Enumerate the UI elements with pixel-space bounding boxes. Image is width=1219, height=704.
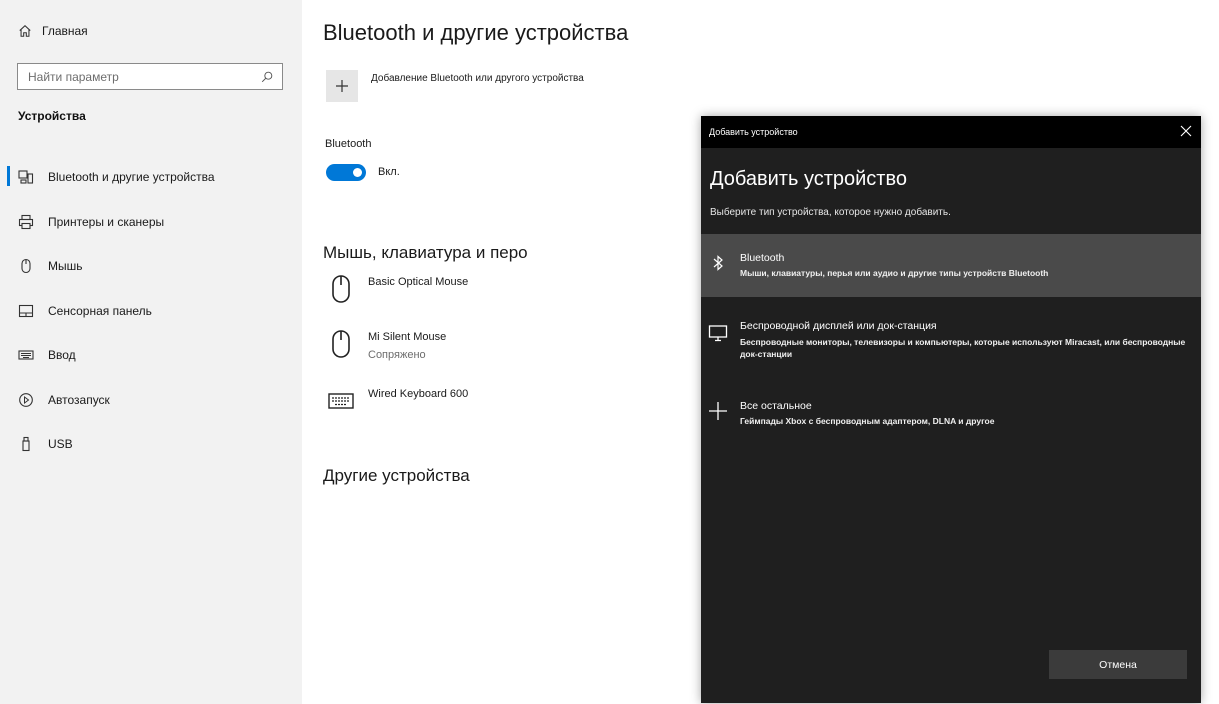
dialog-titlebar[interactable]: Добавить устройство (701, 116, 1201, 148)
toggle-state-label: Вкл. (378, 166, 400, 178)
sidebar-item-bluetooth[interactable]: Bluetooth и другие устройства (0, 155, 302, 200)
home-link[interactable]: Главная (18, 24, 88, 38)
monitor-icon (707, 322, 729, 344)
option-wireless-display[interactable]: Беспроводной дисплей или док-станция Бес… (701, 308, 1201, 376)
dialog-subtitle: Выберите тип устройства, которое нужно д… (710, 207, 951, 218)
close-icon[interactable] (1179, 124, 1193, 138)
add-device-label[interactable]: Добавление Bluetooth или другого устройс… (371, 73, 584, 84)
sidebar: Главная Устройства Bluetooth и другие ус… (0, 0, 302, 704)
active-indicator (7, 166, 10, 186)
sidebar-nav: Bluetooth и другие устройства Принтеры и… (0, 155, 302, 467)
device-name: Wired Keyboard 600 (368, 388, 469, 400)
option-description: Геймпады Xbox с беспроводным адаптером, … (740, 416, 995, 426)
section-heading: Устройства (18, 109, 86, 123)
sidebar-item-usb[interactable]: USB (0, 422, 302, 467)
plus-icon (707, 400, 729, 422)
sidebar-item-label: Ввод (48, 348, 76, 363)
search-box[interactable] (17, 63, 283, 90)
option-everything-else[interactable]: Все остальное Геймпады Xbox с беспроводн… (701, 388, 1201, 438)
bluetooth-label: Bluetooth (325, 138, 372, 150)
option-bluetooth[interactable]: Bluetooth Мыши, клавиатуры, перья или ау… (701, 234, 1201, 297)
sidebar-item-autoplay[interactable]: Автозапуск (0, 378, 302, 423)
keyboard-icon (18, 347, 34, 363)
option-title: Беспроводной дисплей или док-станция (740, 320, 937, 332)
dialog-heading: Добавить устройство (710, 168, 907, 190)
page-title: Bluetooth и другие устройства (323, 20, 629, 45)
mouse-icon (328, 274, 354, 304)
sidebar-item-label: Сенсорная панель (48, 303, 152, 318)
device-basic-optical-mouse[interactable]: Basic Optical Mouse (328, 274, 468, 304)
sidebar-item-mouse[interactable]: Мышь (0, 244, 302, 289)
touchpad-icon (18, 303, 34, 319)
sidebar-item-label: Bluetooth и другие устройства (48, 170, 215, 185)
cancel-button[interactable]: Отмена (1049, 650, 1187, 679)
bluetooth-icon (707, 252, 729, 274)
option-title: Bluetooth (740, 252, 785, 264)
plus-icon (336, 80, 348, 92)
option-title: Все остальное (740, 400, 812, 412)
sidebar-item-label: USB (48, 437, 73, 452)
device-name: Basic Optical Mouse (368, 276, 469, 288)
sidebar-item-label: Мышь (48, 259, 83, 274)
mouse-icon (328, 329, 354, 359)
search-icon[interactable] (260, 70, 274, 84)
sidebar-item-typing[interactable]: Ввод (0, 333, 302, 378)
autoplay-icon (18, 392, 34, 408)
option-description: Мыши, клавиатуры, перья или аудио и друг… (740, 268, 1049, 278)
mouse-section-heading: Мышь, клавиатура и перо (323, 243, 528, 262)
printer-icon (18, 214, 34, 230)
device-name: Mi Silent Mouse (368, 331, 447, 343)
dialog-window-title: Добавить устройство (709, 127, 798, 137)
bluetooth-toggle[interactable] (326, 164, 366, 181)
other-section-heading: Другие устройства (323, 466, 470, 485)
add-device-dialog: Добавить устройство Добавить устройство … (701, 116, 1201, 703)
bluetooth-devices-icon (18, 169, 34, 185)
sidebar-item-label: Автозапуск (48, 392, 110, 407)
sidebar-item-label: Принтеры и сканеры (48, 214, 165, 229)
add-device-button[interactable] (326, 70, 358, 102)
device-status: Сопряжено (368, 349, 426, 361)
home-icon (19, 25, 31, 37)
option-description: Беспроводные мониторы, телевизоры и комп… (740, 337, 1186, 359)
mouse-icon (18, 258, 34, 274)
keyboard-icon (328, 386, 354, 416)
toggle-knob (353, 168, 362, 177)
device-mi-silent-mouse[interactable]: Mi Silent Mouse Сопряжено (328, 329, 446, 361)
home-label: Главная (42, 24, 88, 38)
sidebar-item-touchpad[interactable]: Сенсорная панель (0, 289, 302, 334)
device-wired-keyboard-600[interactable]: Wired Keyboard 600 (328, 386, 468, 416)
search-input[interactable] (18, 69, 260, 84)
sidebar-item-printers[interactable]: Принтеры и сканеры (0, 200, 302, 245)
usb-icon (18, 436, 34, 452)
